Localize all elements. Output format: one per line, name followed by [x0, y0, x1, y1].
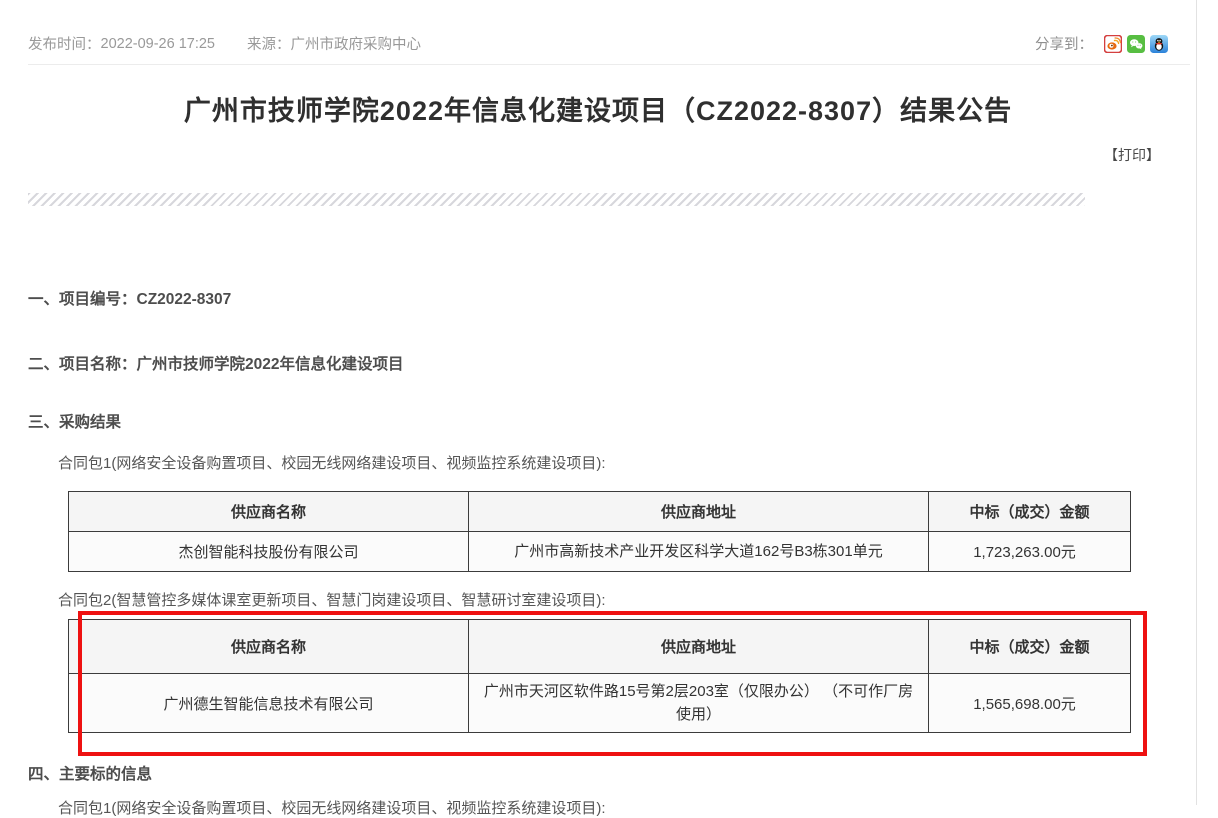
section-main-subject-info: 四、主要标的信息	[28, 762, 152, 784]
section-project-number: 一、项目编号：CZ2022-8307	[28, 287, 231, 309]
table-header-row: 供应商名称 供应商地址 中标（成交）金额	[69, 492, 1131, 532]
package2-result-table: 供应商名称 供应商地址 中标（成交）金额 广州德生智能信息技术有限公司 广州市天…	[68, 619, 1131, 733]
supplier-name-cell: 杰创智能科技股份有限公司	[69, 532, 469, 572]
section-procurement-result: 三、采购结果	[28, 410, 121, 432]
page-right-border	[1196, 0, 1197, 805]
package2-intro: 合同包2(智慧管控多媒体课室更新项目、智慧门岗建设项目、智慧研讨室建设项目):	[58, 589, 606, 610]
package1-result-table: 供应商名称 供应商地址 中标（成交）金额 杰创智能科技股份有限公司 广州市高新技…	[68, 491, 1131, 572]
section-project-name: 二、项目名称：广州市技师学院2022年信息化建设项目	[28, 352, 403, 374]
weibo-icon[interactable]	[1104, 35, 1122, 53]
supplier-address-cell: 广州市高新技术产业开发区科学大道162号B3栋301单元	[469, 532, 929, 572]
supplier-name-cell: 广州德生智能信息技术有限公司	[69, 674, 469, 733]
col-header-award-amount: 中标（成交）金额	[929, 620, 1131, 674]
share-bar: 分享到：	[1035, 33, 1168, 54]
award-amount-cell: 1,565,698.00元	[929, 674, 1131, 733]
publish-time-value: 2022-09-26 17:25	[101, 36, 216, 52]
col-header-supplier-address: 供应商地址	[469, 492, 929, 532]
col-header-supplier-name: 供应商名称	[69, 620, 469, 674]
qq-icon[interactable]	[1150, 35, 1168, 53]
col-header-supplier-address: 供应商地址	[469, 620, 929, 674]
table-row: 杰创智能科技股份有限公司 广州市高新技术产业开发区科学大道162号B3栋301单…	[69, 532, 1131, 572]
hatch-divider	[28, 193, 1085, 206]
print-button[interactable]: 【打印】	[1104, 145, 1160, 165]
clipped-bottom-text: 合同包1(网络安全设备购置项目、校园无线网络建设项目、视频监控系统建设项目):	[58, 797, 606, 818]
wechat-icon[interactable]	[1127, 35, 1145, 53]
package1-intro: 合同包1(网络安全设备购置项目、校园无线网络建设项目、视频监控系统建设项目):	[58, 452, 606, 473]
award-amount-cell: 1,723,263.00元	[929, 532, 1131, 572]
meta-divider	[28, 64, 1190, 65]
table-row: 广州德生智能信息技术有限公司 广州市天河区软件路15号第2层203室（仅限办公）…	[69, 674, 1131, 733]
source-label: 来源：	[247, 33, 291, 54]
source-value: 广州市政府采购中心	[291, 33, 422, 54]
publish-time-label: 发布时间：	[28, 33, 101, 54]
share-label: 分享到：	[1035, 33, 1093, 54]
supplier-address-cell: 广州市天河区软件路15号第2层203室（仅限办公） （不可作厂房使用）	[469, 674, 929, 733]
col-header-supplier-name: 供应商名称	[69, 492, 469, 532]
col-header-award-amount: 中标（成交）金额	[929, 492, 1131, 532]
table-header-row: 供应商名称 供应商地址 中标（成交）金额	[69, 620, 1131, 674]
meta-bar: 发布时间： 2022-09-26 17:25 来源： 广州市政府采购中心 分享到…	[28, 33, 1168, 54]
page-title: 广州市技师学院2022年信息化建设项目（CZ2022-8307）结果公告	[0, 89, 1196, 128]
